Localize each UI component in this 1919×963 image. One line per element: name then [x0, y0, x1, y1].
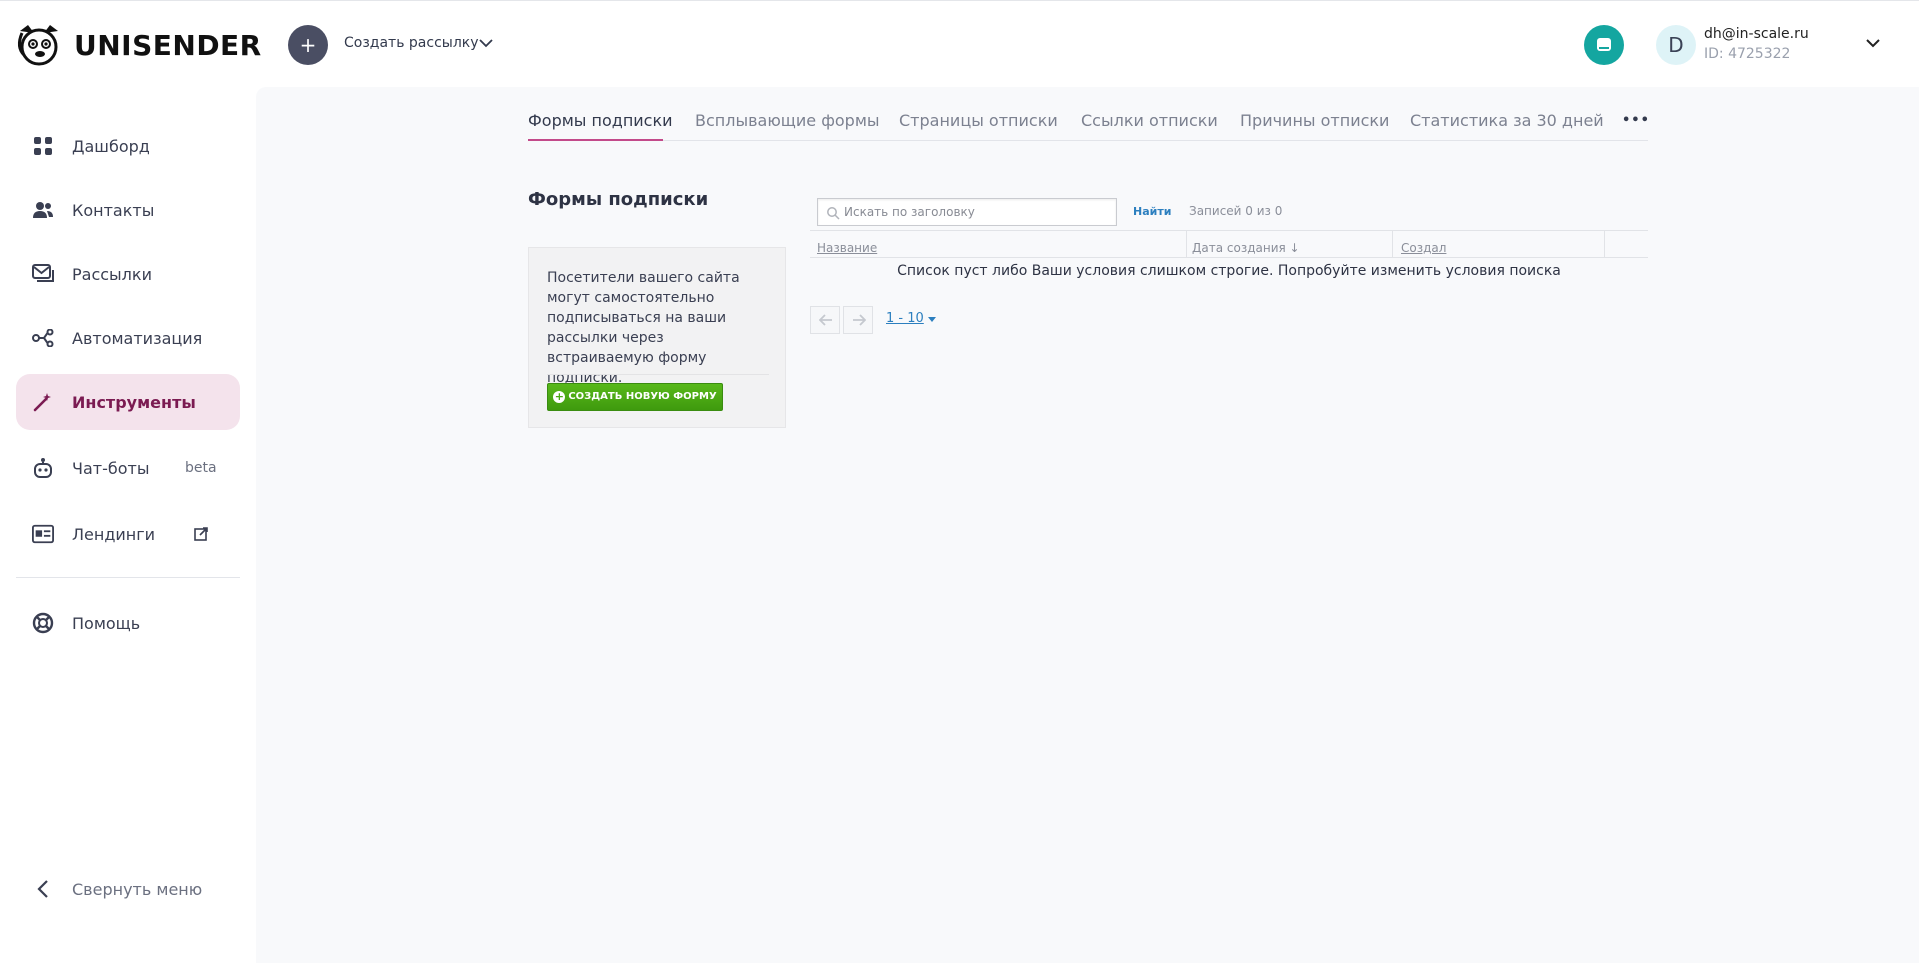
dog-logo-icon	[17, 25, 58, 66]
sidebar-item-label: Автоматизация	[72, 328, 203, 348]
info-text: Посетители вашего сайта могут самостояте…	[547, 270, 740, 386]
more-tabs-icon[interactable]: •••	[1622, 113, 1650, 128]
search-field[interactable]	[817, 198, 1117, 226]
automation-icon	[32, 327, 54, 349]
account-email[interactable]: dh@in-scale.ru	[1704, 26, 1809, 42]
main-content: Формы подписки Всплывающие формы Страниц…	[256, 87, 1919, 963]
account-id: ID: 4725322	[1704, 46, 1791, 62]
table-header-bottom-border	[810, 257, 1648, 258]
create-new-form-button[interactable]: + СОЗДАТЬ НОВУЮ ФОРМУ	[547, 383, 723, 411]
prev-page-button[interactable]	[810, 306, 840, 334]
tab-unsubscribe-reasons[interactable]: Причины отписки	[1240, 111, 1389, 130]
arrow-right-icon	[853, 314, 866, 326]
records-count: Записей 0 из 0	[1189, 204, 1283, 218]
support-chat-button[interactable]	[1584, 25, 1624, 65]
tab-subscription-forms[interactable]: Формы подписки	[528, 111, 673, 130]
tab-popup-forms[interactable]: Всплывающие формы	[695, 111, 880, 130]
chat-bubble-icon	[1597, 38, 1611, 51]
sidebar-item-label: Чат-боты	[72, 458, 150, 478]
sidebar-item-contacts[interactable]: Контакты	[16, 182, 240, 238]
logo-text: UNISENDER	[74, 28, 262, 62]
find-button[interactable]: Найти	[1133, 205, 1171, 218]
column-header-created-by[interactable]: Создал	[1401, 241, 1446, 255]
sidebar-item-chatbots[interactable]: Чат-боты beta	[16, 440, 240, 496]
chevron-down-icon[interactable]	[478, 37, 494, 49]
sidebar-item-label: Дашборд	[72, 136, 150, 156]
chevron-left-icon	[32, 878, 54, 900]
unisender-logo[interactable]: UNISENDER	[14, 21, 262, 69]
dashboard-icon	[32, 135, 54, 157]
sidebar-item-help[interactable]: Помощь	[16, 595, 240, 651]
sidebar-item-label: Контакты	[72, 200, 155, 220]
external-link-icon	[194, 527, 208, 541]
avatar[interactable]: D	[1656, 25, 1696, 65]
sidebar-item-tools[interactable]: Инструменты	[16, 374, 240, 430]
table-header-top-border	[810, 230, 1648, 231]
active-tab-underline	[528, 139, 663, 141]
column-header-name[interactable]: Название	[817, 241, 877, 255]
beta-badge: beta	[185, 460, 217, 476]
sidebar-item-label: Рассылки	[72, 264, 152, 284]
column-separator	[1186, 231, 1187, 257]
sidebar-item-mailings[interactable]: Рассылки	[16, 246, 240, 302]
sidebar-item-label: Лендинги	[72, 524, 156, 544]
tabs-bar: Формы подписки Всплывающие формы Страниц…	[528, 109, 1650, 141]
landing-icon	[32, 523, 54, 545]
create-new-form-label: СОЗДАТЬ НОВУЮ ФОРМУ	[568, 391, 717, 402]
column-header-created-date[interactable]: Дата создания ↓	[1192, 241, 1300, 255]
sidebar: Дашборд Контакты Рассылки Автоматизация …	[0, 87, 256, 963]
chatbot-icon	[32, 457, 54, 479]
tools-wand-icon	[32, 391, 54, 413]
create-campaign-label[interactable]: Создать рассылку	[344, 35, 479, 51]
arrow-left-icon	[819, 314, 832, 326]
account-menu-chevron-icon[interactable]	[1864, 37, 1882, 49]
contacts-icon	[32, 199, 54, 221]
column-separator	[1604, 231, 1605, 257]
top-header: UNISENDER + Создать рассылку D dh@in-sca…	[0, 1, 1919, 87]
sidebar-item-label: Помощь	[72, 613, 141, 633]
sidebar-item-label: Инструменты	[72, 392, 196, 412]
tab-unsubscribe-pages[interactable]: Страницы отписки	[899, 111, 1058, 130]
create-campaign-button[interactable]: +	[288, 25, 328, 65]
sidebar-item-dashboard[interactable]: Дашборд	[16, 118, 240, 174]
page-size-selector[interactable]: 1 - 10	[886, 311, 924, 326]
info-divider	[547, 374, 769, 375]
page-title: Формы подписки	[528, 189, 709, 210]
tab-stats-30-days[interactable]: Статистика за 30 дней	[1410, 111, 1604, 130]
caret-down-icon[interactable]	[928, 317, 936, 322]
sidebar-item-landings[interactable]: Лендинги	[16, 506, 240, 562]
plus-circle-icon: +	[553, 390, 566, 403]
collapse-menu-label: Свернуть меню	[72, 879, 203, 899]
search-icon	[827, 207, 840, 220]
help-lifebuoy-icon	[32, 612, 54, 634]
info-box: Посетители вашего сайта могут самостояте…	[528, 247, 786, 428]
collapse-menu-button[interactable]: Свернуть меню	[16, 861, 240, 917]
next-page-button[interactable]	[843, 306, 873, 334]
empty-table-message: Список пуст либо Ваши условия слишком ст…	[897, 263, 1561, 279]
tab-unsubscribe-links[interactable]: Ссылки отписки	[1081, 111, 1218, 130]
mailings-icon	[32, 263, 54, 285]
sidebar-divider	[16, 577, 240, 578]
column-separator	[1392, 231, 1393, 257]
search-input[interactable]	[844, 202, 1112, 222]
sidebar-item-automation[interactable]: Автоматизация	[16, 310, 240, 366]
